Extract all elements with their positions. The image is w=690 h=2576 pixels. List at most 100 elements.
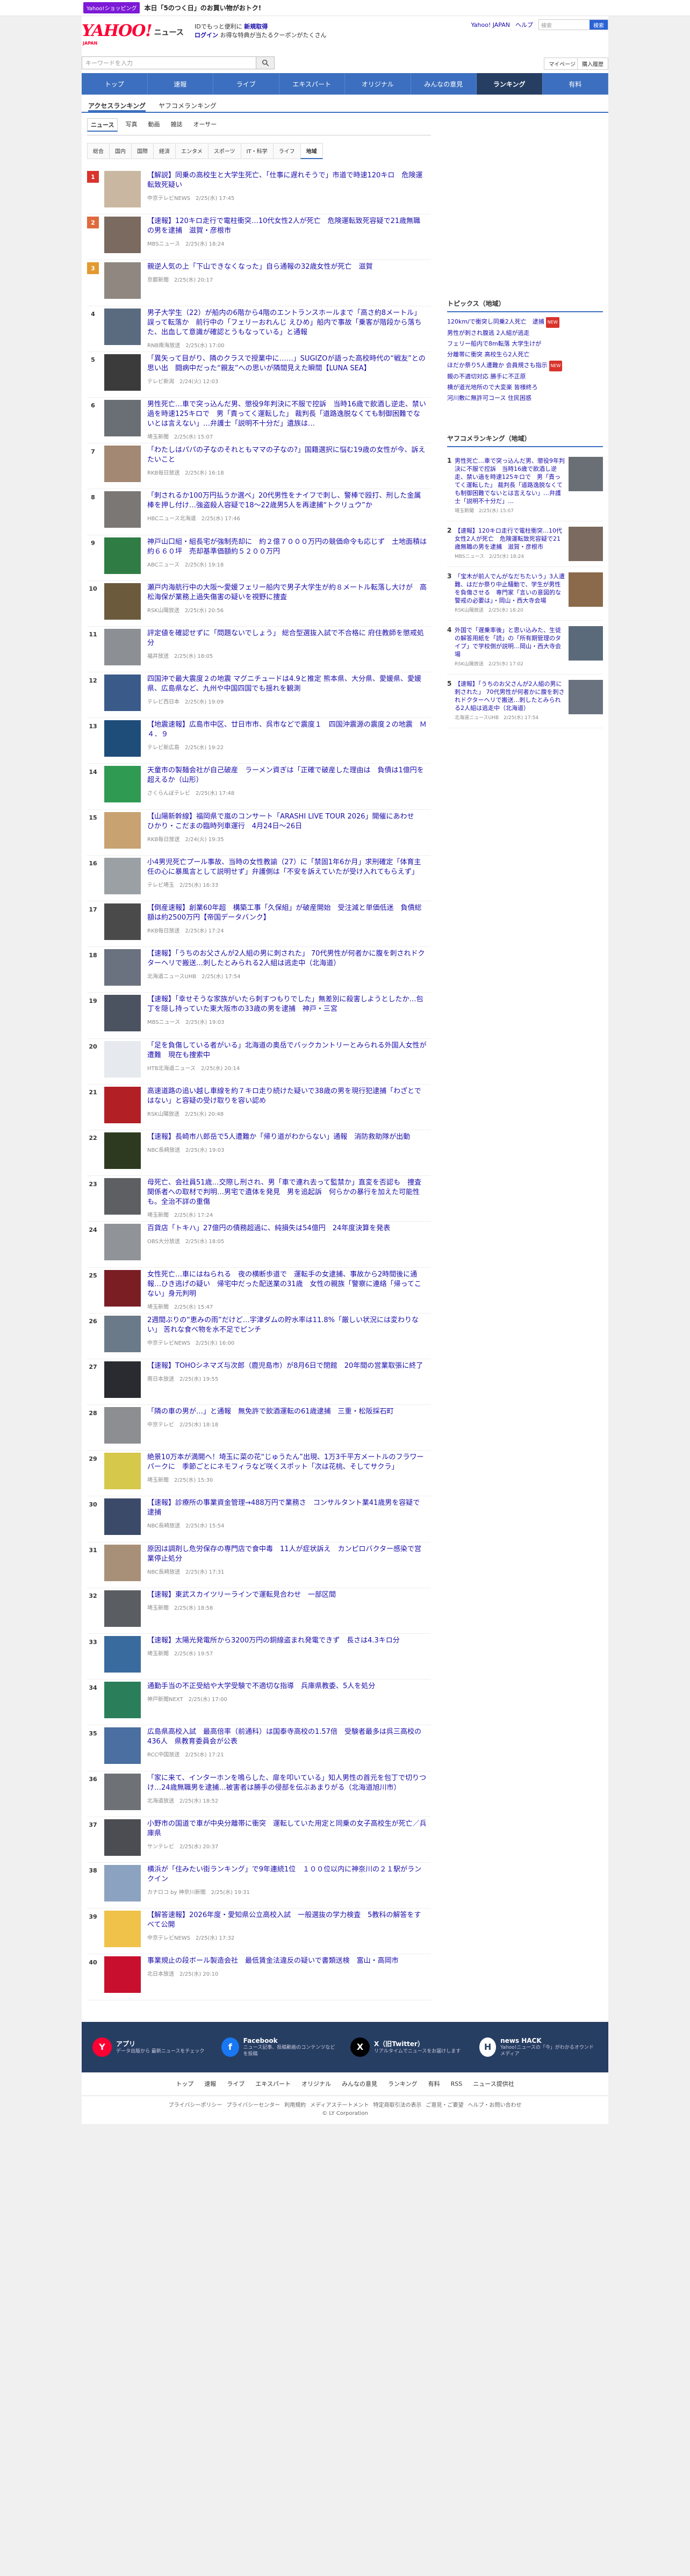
topic-item[interactable]: 河川敷に無許可コース 住民困惑 xyxy=(447,393,603,404)
ranking-item[interactable]: 17 【倒産速報】創業60年超 構築工事「久保組」が破産開始 受注減と単価低迷 負… xyxy=(87,901,431,948)
article-thumbnail[interactable] xyxy=(104,1956,141,1993)
category-tab[interactable]: 雑誌 xyxy=(167,118,185,132)
comment-article-thumbnail[interactable] xyxy=(569,680,603,714)
ranking-item[interactable]: 28 「隣の車の男が…」と通報 無免許で飲酒運転の61歳逮捕 三重・松阪採石町 中京… xyxy=(87,1405,431,1451)
ranking-type-tab[interactable]: アクセスランキング xyxy=(88,101,146,112)
footer-nav-link[interactable]: 速報 xyxy=(204,2079,216,2088)
ranking-item[interactable]: 33 【速報】太陽光発電所から3200万円の銅線盗まれ発電できず 長さは4.3キロ… xyxy=(87,1634,431,1680)
article-title[interactable]: 評定値を確認せずに「問題ないでしょう」 総合型選抜入試で不合格に 府住教師を懲戒… xyxy=(147,629,427,648)
article-title[interactable]: 【速報】「幸せそうな家族がいたら刺すつもりでした」無差別に殺害しようとしたか…包… xyxy=(147,995,427,1014)
ranking-item[interactable]: 4 男子大学生（22）が船内の6階から4階のエントランスホールまで「高さ約8メート… xyxy=(87,306,431,352)
footer-nav-link[interactable]: RSS xyxy=(451,2080,463,2087)
promo-text[interactable]: 本日「5のつく日」のお買い物がおトク! xyxy=(144,3,261,12)
footer-nav-link[interactable]: オリジナル xyxy=(301,2079,331,2088)
search-input[interactable]: キーワードを入力 xyxy=(82,56,256,69)
ranking-item[interactable]: 26 2週間ぶりの“恵みの雨”だけど…宇津ダムの貯水率は11.8%「厳しい状況には… xyxy=(87,1314,431,1359)
footer-app-block[interactable]: X X（旧Twitter） リアルタイムでニュースをお届けします xyxy=(350,2037,469,2057)
nav-item[interactable]: エキスパート xyxy=(279,73,345,95)
article-thumbnail[interactable] xyxy=(104,1498,141,1535)
article-thumbnail[interactable] xyxy=(104,1224,141,1261)
footer-legal-link[interactable]: プライバシーセンター xyxy=(226,2103,280,2108)
article-thumbnail[interactable] xyxy=(104,1453,141,1490)
article-thumbnail[interactable] xyxy=(104,1361,141,1398)
article-thumbnail[interactable] xyxy=(104,1590,141,1627)
article-title[interactable]: 女性死亡…車にはねられる 夜の横断歩道で 運転手の女逮捕、事故から2時間後に通報… xyxy=(147,1270,427,1299)
footer-nav-link[interactable]: ニュース提供社 xyxy=(473,2079,514,2088)
article-title[interactable]: 親逆人気の上「下山できなくなった」自ら通報の32歳女性が死亡 滋賀 xyxy=(147,262,427,272)
subcategory-tab[interactable]: 国内 xyxy=(109,143,132,159)
article-thumbnail[interactable] xyxy=(104,1819,141,1856)
article-title[interactable]: 「わたしはパパの子なのそれともママの子なの?」国籍選択に悩む19歳の女性が今、訴… xyxy=(147,446,427,465)
subcategory-tab[interactable]: 総合 xyxy=(87,143,110,159)
article-thumbnail[interactable] xyxy=(104,995,141,1032)
topic-item[interactable]: ほだか祭り5人遭難か 会員規さも指示 NEW xyxy=(447,360,603,371)
article-title[interactable]: 瀬戸内海航行中の大阪〜愛媛フェリー船内で男子大学生が約８メートル転落し大けが 高… xyxy=(147,583,427,602)
article-title[interactable]: 四国沖で最大震度２の地震 マグニチュードは4.9と推定 熊本県、大分県、愛媛県、… xyxy=(147,675,427,694)
search-button[interactable] xyxy=(256,56,275,69)
article-title[interactable]: 男子大学生（22）が船内の6階から4階のエントランスホールまで「高さ約8メートル… xyxy=(147,308,427,338)
footer-app-block[interactable]: Y アプリ データ出版から 最新ニュースをチェック xyxy=(92,2037,211,2057)
ranking-item[interactable]: 24 百貨店「トキハ」27億円の債務超過に、純損失は54億円 24年度決算を発表 O… xyxy=(87,1222,431,1268)
footer-app-block[interactable]: f Facebook ニュース記事、投稿動画のコンテンツなどを投稿 xyxy=(221,2037,340,2057)
comment-article-title[interactable]: 「宝木が前人でんがなだちたいう」3人遭難、はだか祭り中止騒動で、学生が男性を負傷… xyxy=(455,572,565,605)
nav-item[interactable]: 有料 xyxy=(543,73,608,95)
comment-article-thumbnail[interactable] xyxy=(569,572,603,607)
ranking-item[interactable]: 37 小野市の国道で車が中央分離帯に衝突 運転していた用定と同乗の女子高校生が死亡… xyxy=(87,1817,431,1863)
article-thumbnail[interactable] xyxy=(104,1727,141,1764)
mini-search-input[interactable]: 検索 検索 xyxy=(538,19,608,30)
article-title[interactable]: 横浜が「住みたい街ランキング」で9年連続1位 １００位以内に神奈川の２１駅がラン… xyxy=(147,1865,427,1884)
ranking-item[interactable]: 11 評定値を確認せずに「問題ないでしょう」 総合型選抜入試で不合格に 府住教師を… xyxy=(87,627,431,673)
footer-nav-link[interactable]: ライブ xyxy=(227,2079,245,2088)
article-thumbnail[interactable] xyxy=(104,399,141,436)
ranking-item[interactable]: 32 【速報】東武スカイツリーラインで運転見合わせ 一部区間 埼玉新聞 2/25(水… xyxy=(87,1588,431,1634)
article-thumbnail[interactable] xyxy=(104,354,141,391)
nav-item[interactable]: 速報 xyxy=(148,73,213,95)
article-thumbnail[interactable] xyxy=(104,491,141,528)
article-thumbnail[interactable] xyxy=(104,1269,141,1307)
topic-text[interactable]: 120km/で衝突し同乗2人死亡 逮捕 xyxy=(447,318,544,325)
footer-legal-link[interactable]: 特定商取引法の表示 xyxy=(373,2103,421,2108)
comment-ranking-item[interactable]: 3 「宝木が前人でんがなだちたいう」3人遭難、はだか祭り中止騒動で、学生が男性を負… xyxy=(447,567,603,621)
topic-item[interactable]: 男性が刺され腹逃 2人組が逃走 xyxy=(447,328,603,339)
ranking-item[interactable]: 15 【山陽新幹線】福岡県で嵐のコンサート「ARASHI LIVE TOUR 20… xyxy=(87,810,431,856)
ranking-item[interactable]: 19 【速報】「幸せそうな家族がいたら刺すつもりでした」無差別に殺害しようとしたか… xyxy=(87,993,431,1039)
article-title[interactable]: 「刺されるか100万円払うか選べ」20代男性をナイフで刺し、警棒で殴打、刑した金… xyxy=(147,491,427,511)
purchase-history-button[interactable]: 購入履歴 xyxy=(577,58,608,70)
article-title[interactable]: 2週間ぶりの“恵みの雨”だけど…宇津ダムの貯水率は11.8%「厳しい状況には変わ… xyxy=(147,1316,427,1335)
article-thumbnail[interactable] xyxy=(104,1178,141,1215)
ranking-item[interactable]: 40 事業規止の段ボール製造会社 最低賃金法違反の疑いで書類送検 富山・高岡市 北日… xyxy=(87,1954,431,2000)
article-thumbnail[interactable] xyxy=(104,308,141,345)
article-thumbnail[interactable] xyxy=(104,949,141,986)
article-thumbnail[interactable] xyxy=(104,1864,141,1901)
ranking-item[interactable]: 20 「足を負傷している者がいる」北海道の奥岳でバックカントリーとみられる外国人女… xyxy=(87,1039,431,1085)
footer-nav-link[interactable]: ランキング xyxy=(388,2079,418,2088)
article-thumbnail[interactable] xyxy=(104,1407,141,1444)
ranking-item[interactable]: 22 【速報】長崎市八郎岳で5人遭難か「帰り道がわからない」通報 消防救助隊が出動… xyxy=(87,1130,431,1176)
subcategory-tab[interactable]: 経済 xyxy=(153,143,176,159)
article-title[interactable]: 【地震速報】広島市中区、廿日市市、呉市などで震度１ 四国沖震源の震度２の地震 Ｍ… xyxy=(147,720,427,740)
footer-nav-link[interactable]: トップ xyxy=(176,2079,193,2088)
article-thumbnail[interactable] xyxy=(104,217,141,254)
ranking-item[interactable]: 18 【速報】「うちのお父さんが2人組の男に刺された」 70代男性が何者かに腹を刺… xyxy=(87,947,431,993)
comment-ranking-item[interactable]: 1 男性死亡…車で突っ込んだ男、懲役9年判決に不服で控訴 当時16歳で飲酒し逆走、… xyxy=(447,451,603,521)
article-thumbnail[interactable] xyxy=(104,1315,141,1352)
topic-text[interactable]: 親の不適切対応 勝手に不正原 xyxy=(447,373,526,380)
topic-text[interactable]: フェリー船内で8m転落 大学生けが xyxy=(447,340,541,347)
article-thumbnail[interactable] xyxy=(104,1636,141,1673)
ranking-item[interactable]: 16 小4男児死亡プール事故、当時の女性教諭（27）に「禁固1年6か月」求刑確定「… xyxy=(87,856,431,901)
login-link[interactable]: ログイン xyxy=(195,32,218,39)
ranking-item[interactable]: 13 【地震速報】広島市中区、廿日市市、呉市などで震度１ 四国沖震源の震度２の地震… xyxy=(87,718,431,764)
ranking-item[interactable]: 39 【解答速報】2026年度・愛知県公立高校入試 一般選抜の学力検査 5教科の解… xyxy=(87,1908,431,1955)
nav-item[interactable]: みんなの意見 xyxy=(411,73,477,95)
ranking-item[interactable]: 25 女性死亡…車にはねられる 夜の横断歩道で 運転手の女逮捕、事故から2時間後に… xyxy=(87,1268,431,1314)
footer-legal-link[interactable]: 利用規約 xyxy=(284,2103,306,2108)
article-thumbnail[interactable] xyxy=(104,1544,141,1581)
article-title[interactable]: 「家に来て、インターホンを鳴らした、扉を叩いている」知人男性の首元を包丁で切りつ… xyxy=(147,1774,427,1793)
ranking-item[interactable]: 30 【速報】診療所の事業資金管理→488万円で業務さ コンサルタント業41歳男を… xyxy=(87,1496,431,1542)
ranking-item[interactable]: 35 広島県高校入試 最高倍率（前通科）は国泰寺高校の1.57倍 受験者最多は呉三… xyxy=(87,1725,431,1771)
mini-search-button[interactable]: 検索 xyxy=(590,20,608,30)
subcategory-tab[interactable]: IT・科学 xyxy=(240,143,274,159)
subcategory-tab[interactable]: ライフ xyxy=(272,143,301,159)
comment-article-title[interactable]: 男性死亡…車で突っ込んだ男、懲役9年判決に不服で控訴 当時16歳で飲酒し逆走、禁… xyxy=(455,457,565,505)
subcategory-tab[interactable]: 国際 xyxy=(131,143,154,159)
